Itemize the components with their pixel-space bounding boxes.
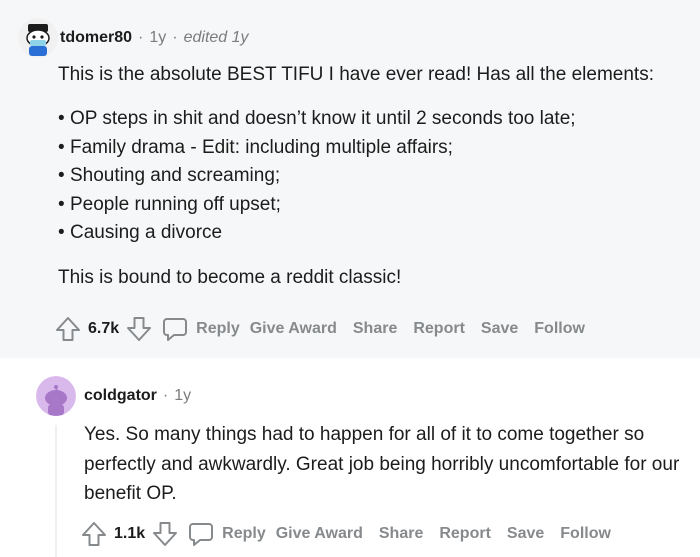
- comment-body: This is the absolute BEST TIFU I have ev…: [58, 61, 688, 292]
- vote-controls: 1.1k: [81, 521, 178, 547]
- save-button[interactable]: Save: [481, 320, 518, 338]
- give-award-button[interactable]: Give Award: [276, 525, 363, 543]
- snoo-avatar-icon: [36, 376, 76, 416]
- share-button[interactable]: Share: [353, 320, 397, 338]
- comment-actions: 6.7k Reply Give Award Share Report Save …: [55, 316, 601, 342]
- edited-label: edited 1y: [183, 29, 249, 46]
- comment-age[interactable]: 1y: [174, 387, 191, 405]
- reply-button[interactable]: Reply: [188, 521, 266, 547]
- comment-intro: This is the absolute BEST TIFU I have ev…: [58, 64, 654, 85]
- speech-bubble-icon: [189, 523, 214, 546]
- list-item: Family drama - Edit: including multiple …: [58, 134, 688, 163]
- comment-outro: This is bound to become a reddit classic…: [58, 266, 402, 288]
- comment-age[interactable]: 1y: [149, 29, 166, 47]
- comment-body: Yes. So many things had to happen for al…: [84, 420, 696, 509]
- comment-text: Yes. So many things had to happen for al…: [84, 424, 680, 504]
- author-name[interactable]: coldgator: [84, 387, 157, 405]
- speech-bubble-icon: [163, 318, 188, 341]
- reply-label: Reply: [196, 320, 240, 337]
- list-item: People running off upset;: [58, 191, 688, 220]
- reply-button[interactable]: Reply: [162, 316, 240, 342]
- vote-controls: 6.7k: [55, 316, 152, 342]
- user-avatar[interactable]: [18, 18, 58, 58]
- upvote-arrow-icon[interactable]: [81, 521, 107, 547]
- give-award-button[interactable]: Give Award: [250, 320, 337, 338]
- upvote-arrow-icon[interactable]: [55, 316, 81, 342]
- vote-count: 1.1k: [114, 525, 146, 542]
- list-item: OP steps in shit and doesn’t know it unt…: [58, 105, 688, 134]
- share-button[interactable]: Share: [379, 525, 423, 543]
- comment-coldgator: coldgator · 1y Yes. So many things had t…: [0, 358, 700, 557]
- vote-count: 6.7k: [88, 320, 120, 337]
- comment-meta: tdomer80 · 1y · edited 1y: [60, 29, 249, 47]
- downvote-arrow-icon[interactable]: [126, 316, 152, 342]
- user-avatar[interactable]: [36, 376, 76, 416]
- snoo-avatar-icon: [18, 18, 58, 58]
- downvote-arrow-icon[interactable]: [152, 521, 178, 547]
- report-button[interactable]: Report: [413, 320, 465, 338]
- follow-button[interactable]: Follow: [534, 320, 585, 338]
- list-item: Shouting and screaming;: [58, 162, 688, 191]
- comment-actions: 1.1k Reply Give Award Share Report Save …: [81, 521, 627, 547]
- follow-button[interactable]: Follow: [560, 525, 611, 543]
- list-item: Causing a divorce: [58, 219, 688, 248]
- bullet-list: OP steps in shit and doesn’t know it unt…: [58, 105, 688, 248]
- author-name[interactable]: tdomer80: [60, 29, 132, 47]
- thread-line[interactable]: [55, 425, 57, 557]
- reply-label: Reply: [222, 525, 266, 542]
- comment-tdomer80: tdomer80 · 1y · edited 1y This is the ab…: [0, 0, 700, 358]
- save-button[interactable]: Save: [507, 525, 544, 543]
- comment-meta: coldgator · 1y: [84, 387, 192, 405]
- report-button[interactable]: Report: [439, 525, 491, 543]
